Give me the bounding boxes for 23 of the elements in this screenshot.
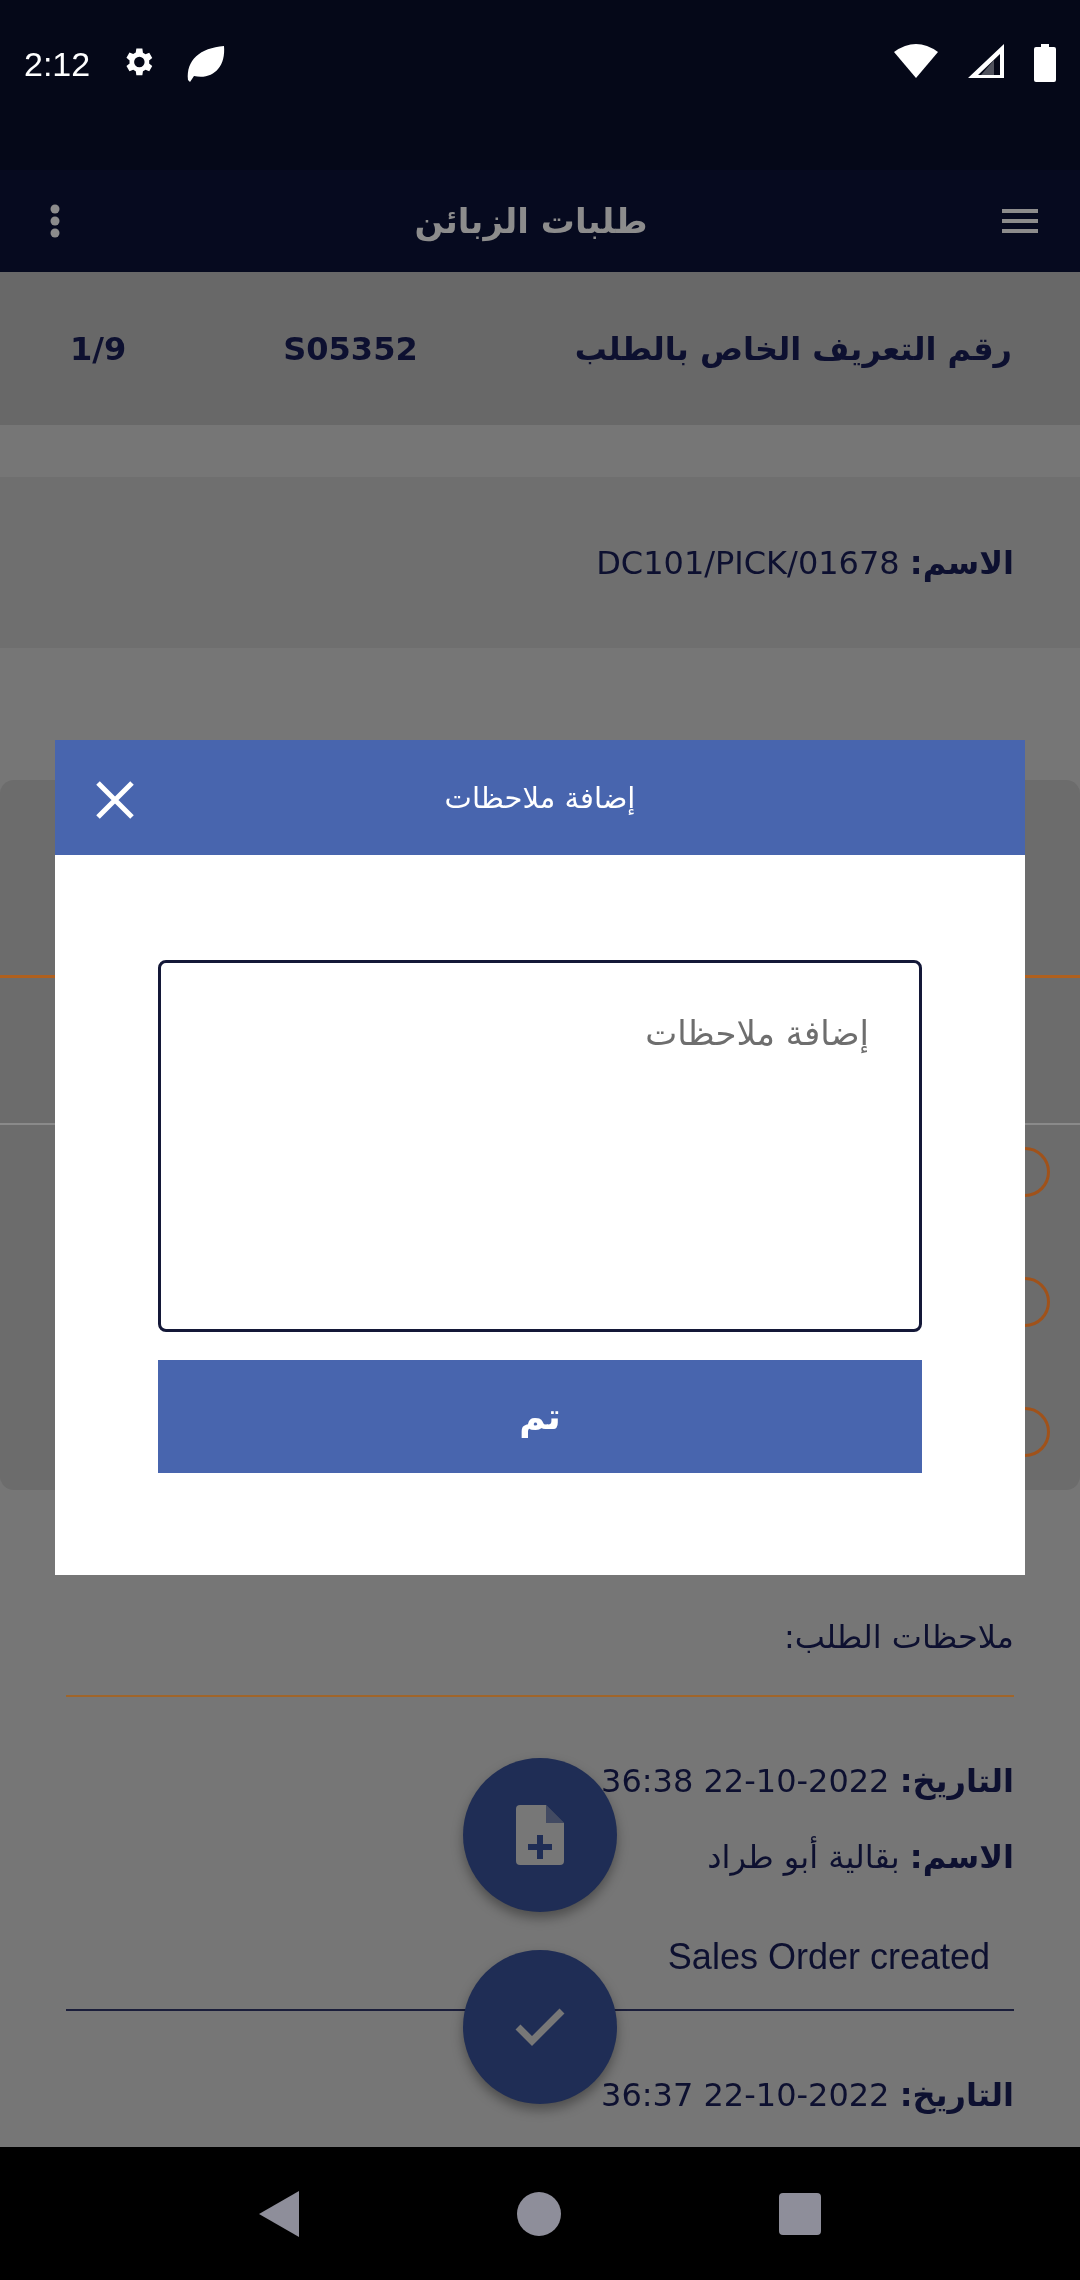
done-button[interactable]: تم: [158, 1360, 922, 1473]
note-author: الاسم: بقالية أبو طراد: [707, 1835, 1014, 1878]
status-time: 2:12: [24, 44, 91, 84]
check-icon: [514, 2007, 566, 2047]
recents-icon[interactable]: [779, 2192, 821, 2235]
dialog-title: إضافة ملاحظات: [444, 780, 636, 815]
leaf-icon: [186, 44, 227, 82]
notes-field[interactable]: إضافة ملاحظات: [158, 960, 922, 1332]
home-icon[interactable]: [517, 2191, 561, 2236]
file-add-icon: [516, 1805, 564, 1865]
back-icon[interactable]: [259, 2190, 299, 2237]
signal-icon: [968, 44, 1004, 78]
menu-icon[interactable]: [1002, 209, 1038, 233]
notes-label: ملاحظات الطلب:: [783, 1617, 1014, 1658]
close-icon: [95, 780, 135, 820]
app-title: طلبات الزبائن: [414, 201, 648, 241]
order-id-label: رقم التعريف الخاص بالطلب: [574, 329, 1012, 368]
order-position: 1/9: [70, 329, 127, 368]
wifi-icon: [894, 44, 938, 78]
order-id: S05352: [283, 329, 418, 368]
note-message: Sales Order created: [667, 1935, 990, 1979]
more-icon[interactable]: [50, 204, 60, 238]
battery-icon: [1034, 44, 1056, 82]
